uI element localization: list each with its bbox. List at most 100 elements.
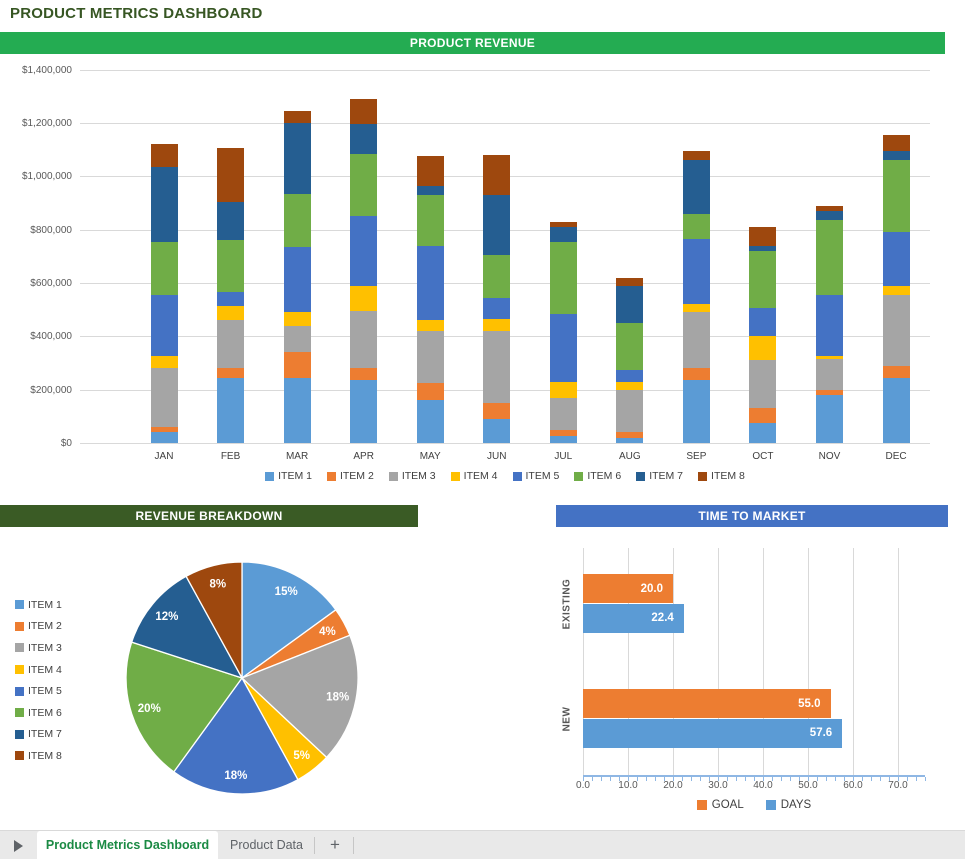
bar-segment: [417, 383, 444, 400]
bar-segment: [616, 323, 643, 370]
bar-segment: [417, 400, 444, 443]
bar-segment: [683, 304, 710, 312]
bar-segment: [883, 135, 910, 151]
axis-tick: [646, 777, 647, 781]
y-axis-tick-label: $0: [0, 438, 72, 449]
sheet-tabs-scroll-arrow-icon[interactable]: [14, 840, 23, 852]
bar-segment: [816, 295, 843, 356]
axis-tick: [664, 777, 665, 781]
time-to-market-chart[interactable]: 0.010.020.030.040.050.060.070.0EXISTING2…: [0, 540, 965, 825]
ttm-chart-legend: GOALDAYS: [583, 799, 925, 811]
tab-product-data[interactable]: Product Data: [219, 831, 314, 859]
x-axis-tick-label: 50.0: [798, 780, 817, 791]
legend-item: ITEM 8: [698, 470, 745, 482]
bar-segment: [616, 438, 643, 443]
axis-tick: [898, 777, 899, 781]
legend-swatch: [265, 472, 274, 481]
bar-segment: [683, 368, 710, 380]
bar-segment: [749, 360, 776, 408]
bar-segment: [483, 155, 510, 195]
x-axis-tick-label: 20.0: [663, 780, 682, 791]
axis-tick: [592, 777, 593, 781]
x-axis-month-label: MAY: [420, 451, 441, 462]
axis-tick: [871, 777, 872, 781]
bar-value-label: 55.0: [798, 698, 830, 710]
bar-segment: [616, 278, 643, 286]
bar-segment: [284, 312, 311, 325]
product-revenue-chart[interactable]: $1,400,000$1,200,000$1,000,000$800,000$6…: [0, 55, 965, 495]
bar-value-label: 57.6: [810, 727, 842, 739]
legend-label: ITEM 5: [526, 470, 560, 482]
bar-segment: [616, 286, 643, 323]
bar-segment: [483, 255, 510, 298]
bar-segment: [284, 326, 311, 353]
x-axis-month-label: JUL: [554, 451, 572, 462]
revenue-breakdown-banner: REVENUE BREAKDOWN: [0, 505, 418, 527]
legend-label: ITEM 7: [649, 470, 683, 482]
bar-segment: [683, 239, 710, 304]
legend-swatch: [451, 472, 460, 481]
axis-tick: [862, 777, 863, 781]
bar-segment: [550, 227, 577, 242]
x-axis-tick-label: 0.0: [576, 780, 590, 791]
axis-tick: [925, 777, 926, 781]
chart-gridline: [80, 443, 930, 444]
time-to-market-banner: TIME TO MARKET: [556, 505, 948, 527]
legend-swatch: [766, 800, 776, 810]
bar-segment: [816, 395, 843, 443]
axis-tick: [736, 777, 737, 781]
axis-tick: [682, 777, 683, 781]
value-bar: 22.4: [583, 604, 684, 633]
bar-segment: [350, 286, 377, 311]
x-axis-tick-label: 40.0: [753, 780, 772, 791]
bar-segment: [683, 160, 710, 213]
tab-divider: [314, 837, 315, 854]
category-label: EXISTING: [562, 578, 573, 629]
axis-tick: [754, 777, 755, 781]
bar-segment: [151, 427, 178, 432]
bar-segment: [217, 292, 244, 305]
y-axis-tick-label: $600,000: [0, 278, 72, 289]
axis-tick: [637, 777, 638, 781]
legend-swatch: [327, 472, 336, 481]
tab-divider: [353, 837, 354, 854]
axis-tick: [808, 777, 809, 781]
bar-segment: [749, 251, 776, 308]
legend-label: ITEM 3: [402, 470, 436, 482]
axis-tick: [826, 777, 827, 781]
axis-tick: [889, 777, 890, 781]
legend-item: ITEM 5: [513, 470, 560, 482]
legend-swatch: [574, 472, 583, 481]
bar-segment: [816, 359, 843, 390]
product-revenue-banner: PRODUCT REVENUE: [0, 32, 945, 54]
bar-segment: [483, 319, 510, 331]
bar-segment: [284, 247, 311, 312]
add-sheet-button[interactable]: +: [317, 831, 353, 859]
axis-tick: [673, 777, 674, 781]
axis-tick: [601, 777, 602, 781]
x-axis-month-label: NOV: [819, 451, 841, 462]
bar-segment: [816, 211, 843, 220]
x-axis-month-label: FEB: [221, 451, 240, 462]
legend-item: GOAL: [697, 799, 744, 811]
bar-segment: [284, 123, 311, 194]
legend-label: ITEM 1: [278, 470, 312, 482]
bar-segment: [683, 312, 710, 368]
bar-segment: [749, 227, 776, 246]
bar-segment: [483, 419, 510, 443]
bar-segment: [749, 246, 776, 251]
axis-tick: [772, 777, 773, 781]
tab-product-metrics-dashboard[interactable]: Product Metrics Dashboard: [37, 831, 218, 859]
bar-segment: [883, 378, 910, 443]
bar-segment: [217, 306, 244, 321]
axis-tick: [880, 777, 881, 781]
axis-tick: [628, 777, 629, 781]
axis-tick: [583, 777, 584, 781]
bar-segment: [151, 368, 178, 427]
axis-tick: [727, 777, 728, 781]
y-axis-tick-label: $800,000: [0, 225, 72, 236]
bar-segment: [284, 111, 311, 123]
bar-segment: [550, 430, 577, 437]
bar-segment: [417, 331, 444, 383]
bar-segment: [550, 436, 577, 443]
